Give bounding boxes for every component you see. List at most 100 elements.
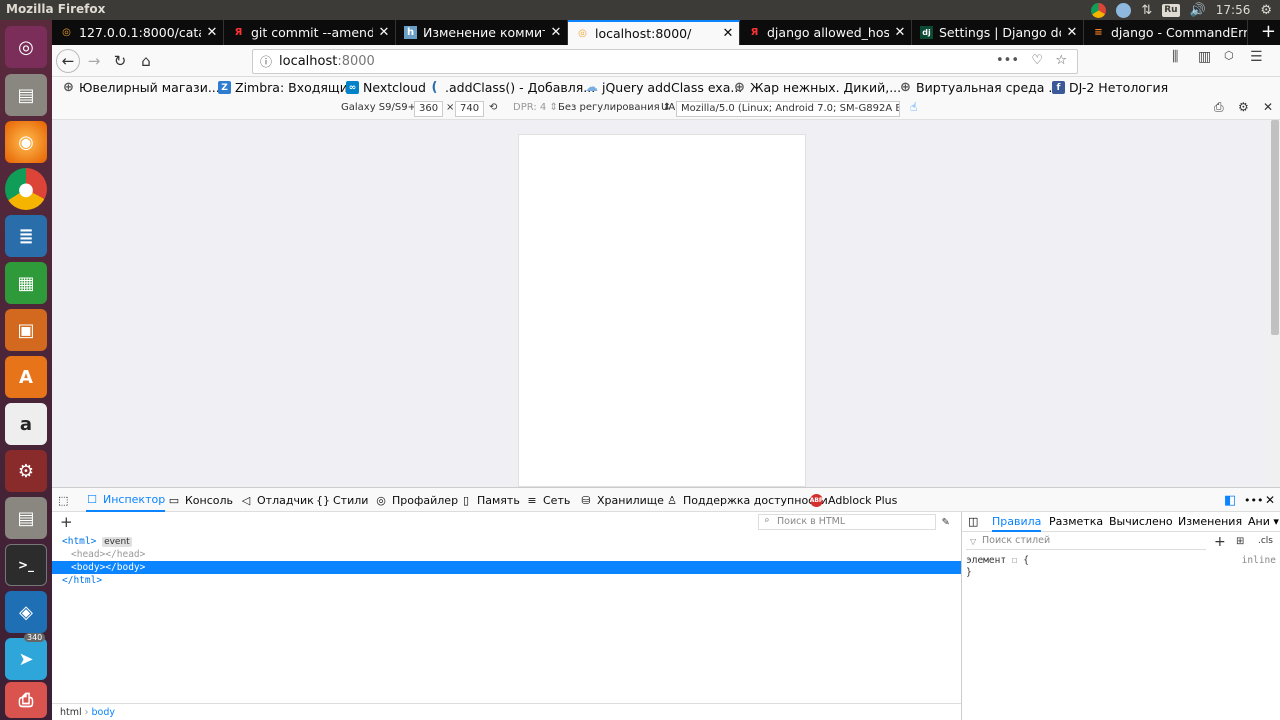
volume-icon[interactable]: 🔊 bbox=[1190, 3, 1206, 18]
printer-icon[interactable]: ⎙ bbox=[5, 682, 47, 718]
tab-5[interactable]: Я django allowed_hosts ✕ bbox=[740, 20, 912, 45]
reload-icon[interactable]: ↻ bbox=[108, 49, 132, 73]
tab-2[interactable]: Я git commit --amend ка ✕ bbox=[224, 20, 396, 45]
menu-hamburger-icon[interactable]: ☰ bbox=[1250, 49, 1263, 65]
markup-line-head[interactable]: <head></head> bbox=[52, 548, 961, 561]
layout-toggle-icon[interactable]: ◫ bbox=[968, 515, 978, 528]
impress-icon[interactable]: ▣ bbox=[5, 309, 47, 351]
style-filter-input[interactable]: Поиск стилей bbox=[966, 535, 1206, 550]
rule-settings-icon[interactable]: ◻ bbox=[1012, 555, 1023, 566]
bookmark-item[interactable]: f DJ-2 Нетология bbox=[1052, 80, 1168, 95]
eyedropper-icon[interactable]: ✎ bbox=[942, 514, 949, 528]
tab-inspector[interactable]: ☐ Инспектор bbox=[86, 488, 166, 512]
url-bar[interactable]: ⓘ localhost :8000 ••• ♡ ☆ bbox=[252, 49, 1078, 74]
close-tab-icon[interactable]: ✕ bbox=[545, 25, 567, 40]
markup-line-body-selected[interactable]: <body></body> bbox=[52, 561, 961, 574]
tab-6[interactable]: dj Settings | Django docu ✕ bbox=[912, 20, 1084, 45]
html-search-input[interactable]: Поиск в HTML bbox=[758, 514, 936, 530]
chrome-tray-icon[interactable] bbox=[1091, 2, 1107, 18]
calc-icon[interactable]: ▦ bbox=[5, 262, 47, 304]
event-badge[interactable]: event bbox=[102, 537, 132, 547]
files-icon-2[interactable]: ▤ bbox=[5, 497, 47, 539]
keyboard-layout[interactable]: Ru bbox=[1162, 3, 1180, 17]
network-icon[interactable] bbox=[1116, 2, 1132, 18]
tab-animations[interactable]: Ани ▾ bbox=[1248, 515, 1279, 528]
rdm-settings-icon[interactable]: ⚙ bbox=[1238, 100, 1249, 114]
height-input[interactable]: 740 bbox=[455, 101, 485, 117]
close-tab-icon[interactable]: ✕ bbox=[373, 25, 395, 40]
devtools-menu-icon[interactable]: ••• bbox=[1244, 488, 1263, 512]
tab-storage[interactable]: ⛁ Хранилище bbox=[580, 488, 664, 512]
pseudo-class-toggle-icon[interactable]: ⊞ bbox=[1236, 536, 1244, 547]
user-agent-input[interactable]: Mozilla/5.0 (Linux; Android 7.0; SM-G892… bbox=[676, 101, 900, 117]
back-arrow-icon[interactable]: ← bbox=[56, 49, 80, 73]
tab-profiler[interactable]: ◎ Профайлер bbox=[375, 488, 458, 512]
tab-1[interactable]: ◎ 127.0.0.1:8000/catalog ✕ bbox=[52, 20, 224, 45]
tab-accessibility[interactable]: ♙ Поддержка доступности bbox=[666, 488, 828, 512]
chrome-icon[interactable]: ● bbox=[5, 168, 47, 210]
element-rule[interactable]: элемент ◻ { inline bbox=[966, 555, 1276, 566]
cls-toggle[interactable]: .cls bbox=[1258, 536, 1273, 546]
bookmark-item[interactable]: ⊕ Жар нежных. Дикий,... bbox=[733, 80, 901, 95]
software-center-icon[interactable]: A bbox=[5, 356, 47, 398]
library-icon[interactable]: ⫼ bbox=[1172, 49, 1178, 65]
throttle-selector[interactable]: Без регулирования ⇕ bbox=[558, 102, 671, 113]
adblock-toolbar-icon[interactable]: ⬡ bbox=[1224, 49, 1234, 62]
tab-3[interactable]: h Изменение коммитов ✕ bbox=[396, 20, 568, 45]
forward-arrow-icon[interactable]: → bbox=[82, 49, 106, 73]
tab-styles[interactable]: {} Стили bbox=[316, 488, 368, 512]
page-actions-icon[interactable]: ••• bbox=[996, 53, 1019, 68]
sidebar-icon[interactable]: ▥ bbox=[1198, 49, 1211, 65]
viewport-scrollbar[interactable] bbox=[1270, 120, 1280, 487]
vscode-icon[interactable]: ◈ bbox=[5, 591, 47, 633]
tab-console[interactable]: ▭ Консоль bbox=[168, 488, 233, 512]
tab-7[interactable]: ≡ django - CommandErro bbox=[1084, 20, 1248, 45]
device-frame[interactable] bbox=[518, 134, 806, 487]
markup-line-html-close[interactable]: </html> bbox=[52, 574, 961, 587]
dock-side-icon[interactable]: ◧ bbox=[1224, 488, 1236, 512]
tab-memory[interactable]: ▯ Память bbox=[460, 488, 520, 512]
power-gear-icon[interactable]: ⚙ bbox=[1260, 3, 1272, 18]
width-input[interactable]: 360 bbox=[414, 101, 444, 117]
tab-network[interactable]: ≡ Сеть bbox=[526, 488, 570, 512]
close-tab-icon[interactable]: ✕ bbox=[889, 25, 911, 40]
breadcrumb-body[interactable]: body bbox=[92, 707, 116, 718]
dpr-selector[interactable]: DPR: 4 ⇕ bbox=[513, 102, 558, 113]
tab-adblock-plus[interactable]: ABP Adblock Plus bbox=[810, 488, 897, 512]
element-picker-icon[interactable]: ⬚ bbox=[58, 488, 68, 512]
bookmark-item[interactable]: ☁ jQuery addClass exa... bbox=[585, 80, 742, 95]
rdm-close-icon[interactable]: ✕ bbox=[1263, 100, 1273, 114]
close-tab-icon[interactable]: ✕ bbox=[717, 26, 739, 41]
bookmark-item[interactable]: ⊕ Виртуальная среда ... bbox=[899, 80, 1060, 95]
writer-icon[interactable]: ≣ bbox=[5, 215, 47, 257]
amazon-icon[interactable]: a bbox=[5, 403, 47, 445]
home-icon[interactable]: ⌂ bbox=[134, 49, 158, 73]
tab-debugger[interactable]: ◁ Отладчик bbox=[240, 488, 314, 512]
bookmark-item[interactable]: ( .addClass() - Добавля... bbox=[428, 80, 596, 95]
files-icon[interactable]: ▤ bbox=[5, 74, 47, 116]
screenshot-icon[interactable]: ⎙ bbox=[1214, 100, 1224, 115]
settings-icon[interactable]: ⚙ bbox=[5, 450, 47, 492]
breadcrumb-html[interactable]: html bbox=[60, 707, 82, 718]
rotate-icon[interactable]: ⟲ bbox=[489, 102, 497, 113]
tab-computed[interactable]: Вычислено bbox=[1109, 515, 1173, 528]
scrollbar-thumb[interactable] bbox=[1271, 120, 1279, 335]
tab-layout[interactable]: Разметка bbox=[1049, 515, 1103, 528]
transfer-icon[interactable]: ⇅ bbox=[1141, 3, 1152, 18]
tab-4-active[interactable]: ◎ localhost:8000/ ✕ bbox=[568, 20, 740, 45]
new-tab-plus-icon[interactable]: + bbox=[1261, 21, 1276, 42]
telegram-icon[interactable]: ➤ bbox=[5, 638, 47, 680]
bookmark-item[interactable]: ⊕ Ювелирный магази... bbox=[62, 80, 220, 95]
add-rule-plus-icon[interactable]: + bbox=[1214, 534, 1226, 550]
close-tab-icon[interactable]: ✕ bbox=[1061, 25, 1083, 40]
devtools-close-icon[interactable]: ✕ bbox=[1265, 488, 1275, 512]
bookmark-star-icon[interactable]: ☆ bbox=[1055, 53, 1067, 68]
firefox-icon[interactable]: ◉ bbox=[5, 121, 47, 163]
ubuntu-dash-icon[interactable]: ◎ bbox=[5, 26, 47, 68]
bookmark-item[interactable]: ∞ Nextcloud bbox=[346, 80, 426, 95]
close-tab-icon[interactable]: ✕ bbox=[201, 25, 223, 40]
info-icon[interactable]: ⓘ bbox=[253, 53, 279, 70]
bookmark-item[interactable]: Z Zimbra: Входящие bbox=[218, 80, 356, 95]
clock[interactable]: 17:56 bbox=[1216, 3, 1251, 17]
add-node-plus-icon[interactable]: + bbox=[60, 513, 73, 531]
